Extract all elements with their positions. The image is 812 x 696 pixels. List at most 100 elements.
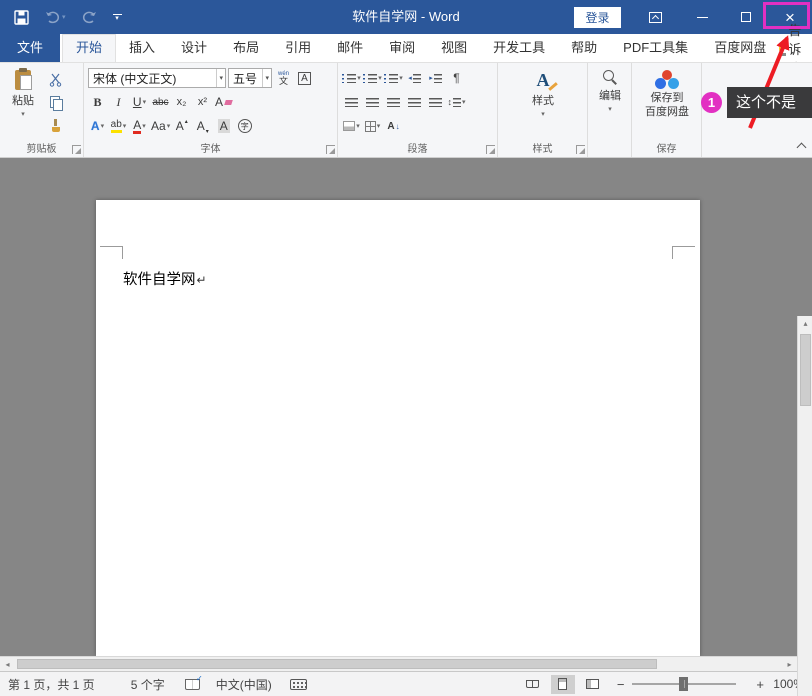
character-shading-button[interactable]: A: [214, 116, 233, 137]
document-area[interactable]: 软件自学网↵ ▴ ▾: [0, 158, 812, 656]
clipboard-dialog-launcher-icon[interactable]: [72, 145, 81, 154]
zoom-slider[interactable]: [632, 676, 736, 692]
highlight-color-button[interactable]: ab▾: [109, 116, 128, 137]
zoom-out-button[interactable]: −: [617, 677, 625, 692]
line-spacing-button[interactable]: ↕▾: [447, 92, 466, 113]
styles-button[interactable]: A 样式 ▾: [532, 66, 554, 118]
align-center-button[interactable]: [363, 92, 382, 113]
tab-view[interactable]: 视图: [428, 34, 480, 62]
dropdown-icon[interactable]: ▾: [262, 69, 271, 87]
show-formatting-marks-button[interactable]: ¶: [447, 68, 466, 89]
zoom-slider-thumb[interactable]: [679, 677, 688, 691]
vertical-scrollbar[interactable]: ▴ ▾: [797, 316, 812, 696]
numbered-list-button[interactable]: ▾: [363, 68, 382, 89]
word-count[interactable]: 5 个字: [131, 676, 165, 693]
superscript-button[interactable]: x²: [193, 92, 212, 113]
tab-design[interactable]: 设计: [168, 34, 220, 62]
styles-dialog-launcher-icon[interactable]: [576, 145, 585, 154]
tab-pdf-tools[interactable]: PDF工具集: [610, 34, 701, 62]
distribute-icon: [429, 98, 442, 107]
clear-formatting-button[interactable]: A: [214, 92, 233, 113]
tab-mailings[interactable]: 邮件: [324, 34, 376, 62]
bold-button[interactable]: B: [88, 92, 107, 113]
shading-button[interactable]: ▾: [342, 116, 361, 137]
increase-indent-button[interactable]: ▸: [426, 68, 445, 89]
highlight-icon: ab: [111, 119, 122, 133]
borders-button[interactable]: ▾: [363, 116, 382, 137]
strikethrough-button[interactable]: abc: [151, 92, 170, 113]
align-right-button[interactable]: [384, 92, 403, 113]
margin-crop-mark: [672, 246, 695, 259]
justify-button[interactable]: [405, 92, 424, 113]
bullet-list-button[interactable]: ▾: [342, 68, 361, 89]
underline-button[interactable]: U▾: [130, 92, 149, 113]
web-layout-button[interactable]: [581, 675, 605, 694]
baidu-save-group: 保存到 百度网盘 保存: [632, 63, 702, 157]
grow-font-button[interactable]: A▴: [172, 116, 191, 137]
font-size-select[interactable]: 五号 ▾: [228, 68, 272, 88]
scroll-right-icon[interactable]: ▸: [782, 657, 797, 672]
annotation-step-badge: 1: [701, 92, 722, 113]
read-mode-button[interactable]: [521, 675, 545, 694]
tab-help[interactable]: 帮助: [558, 34, 610, 62]
proofing-status-icon[interactable]: [185, 679, 200, 690]
zoom-in-button[interactable]: +: [756, 677, 764, 692]
tab-home[interactable]: 开始: [62, 34, 116, 62]
multilevel-list-button[interactable]: ▾: [384, 68, 403, 89]
tab-references[interactable]: 引用: [272, 34, 324, 62]
numbered-list-icon: [363, 74, 377, 83]
tab-insert[interactable]: 插入: [116, 34, 168, 62]
subscript-button[interactable]: x₂: [172, 92, 191, 113]
word-window: ▾ ▾ 软件自学网 - Word 登录 × 文件 开始 插入 设计 布局 引用 …: [0, 0, 812, 696]
text-effects-button[interactable]: A▾: [88, 116, 107, 137]
dropdown-icon[interactable]: ▾: [216, 69, 225, 87]
shrink-font-button[interactable]: A▾: [193, 116, 212, 137]
font-name-select[interactable]: 宋体 (中文正文) ▾: [88, 68, 226, 88]
phonetic-guide-icon: wén文: [278, 71, 289, 86]
sort-icon: A: [387, 121, 394, 132]
decrease-indent-button[interactable]: ◂: [405, 68, 424, 89]
vertical-scrollbar-thumb[interactable]: [800, 334, 811, 406]
align-left-button[interactable]: [342, 92, 361, 113]
ribbon-display-options-button[interactable]: [649, 12, 662, 23]
align-center-icon: [366, 98, 379, 107]
scroll-left-icon[interactable]: ◂: [0, 657, 15, 672]
change-case-button[interactable]: Aa▾: [151, 116, 170, 137]
italic-button[interactable]: I: [109, 92, 128, 113]
collapse-ribbon-icon[interactable]: [797, 143, 807, 153]
tab-layout[interactable]: 布局: [220, 34, 272, 62]
document-page[interactable]: 软件自学网↵: [96, 200, 700, 656]
page-indicator[interactable]: 第 1 页，共 1 页: [8, 676, 95, 693]
copy-button[interactable]: [46, 92, 65, 113]
editing-button[interactable]: 编辑 ▾: [599, 66, 621, 113]
language-indicator[interactable]: 中文(中国): [216, 676, 272, 693]
horizontal-scrollbar-thumb[interactable]: [17, 659, 657, 669]
save-to-baidu-button[interactable]: 保存到 百度网盘: [645, 66, 689, 118]
document-text-line[interactable]: 软件自学网↵: [123, 268, 207, 289]
scroll-up-icon[interactable]: ▴: [798, 316, 812, 331]
login-button[interactable]: 登录: [574, 7, 621, 28]
sort-button[interactable]: A↓: [384, 116, 403, 137]
enclose-characters-button[interactable]: 字: [235, 116, 254, 137]
font-group: 宋体 (中文正文) ▾ 五号 ▾ wén文 A B I U▾ abc: [84, 63, 338, 157]
dropdown-icon: ▾: [377, 122, 381, 130]
tab-review[interactable]: 审阅: [376, 34, 428, 62]
tab-file[interactable]: 文件: [0, 34, 60, 62]
paragraph-dialog-launcher-icon[interactable]: [486, 145, 495, 154]
phonetic-guide-button[interactable]: wén文: [274, 68, 293, 89]
font-dialog-launcher-icon[interactable]: [326, 145, 335, 154]
increase-indent-icon: ▸: [429, 74, 433, 82]
tab-developer[interactable]: 开发工具: [480, 34, 558, 62]
font-color-button[interactable]: A▾: [130, 116, 149, 137]
format-painter-button[interactable]: [46, 115, 65, 136]
cut-button[interactable]: [46, 69, 65, 90]
character-border-button[interactable]: A: [295, 68, 314, 89]
paste-button[interactable]: 粘贴 ▾: [4, 66, 42, 138]
print-layout-button[interactable]: [551, 675, 575, 694]
character-border-icon: A: [298, 72, 311, 85]
horizontal-scrollbar[interactable]: ◂ ▸: [0, 656, 797, 671]
input-mode-icon[interactable]: [290, 679, 307, 690]
distribute-button[interactable]: [426, 92, 445, 113]
dropdown-icon: ▾: [541, 110, 545, 118]
dropdown-icon: ▾: [399, 74, 403, 82]
